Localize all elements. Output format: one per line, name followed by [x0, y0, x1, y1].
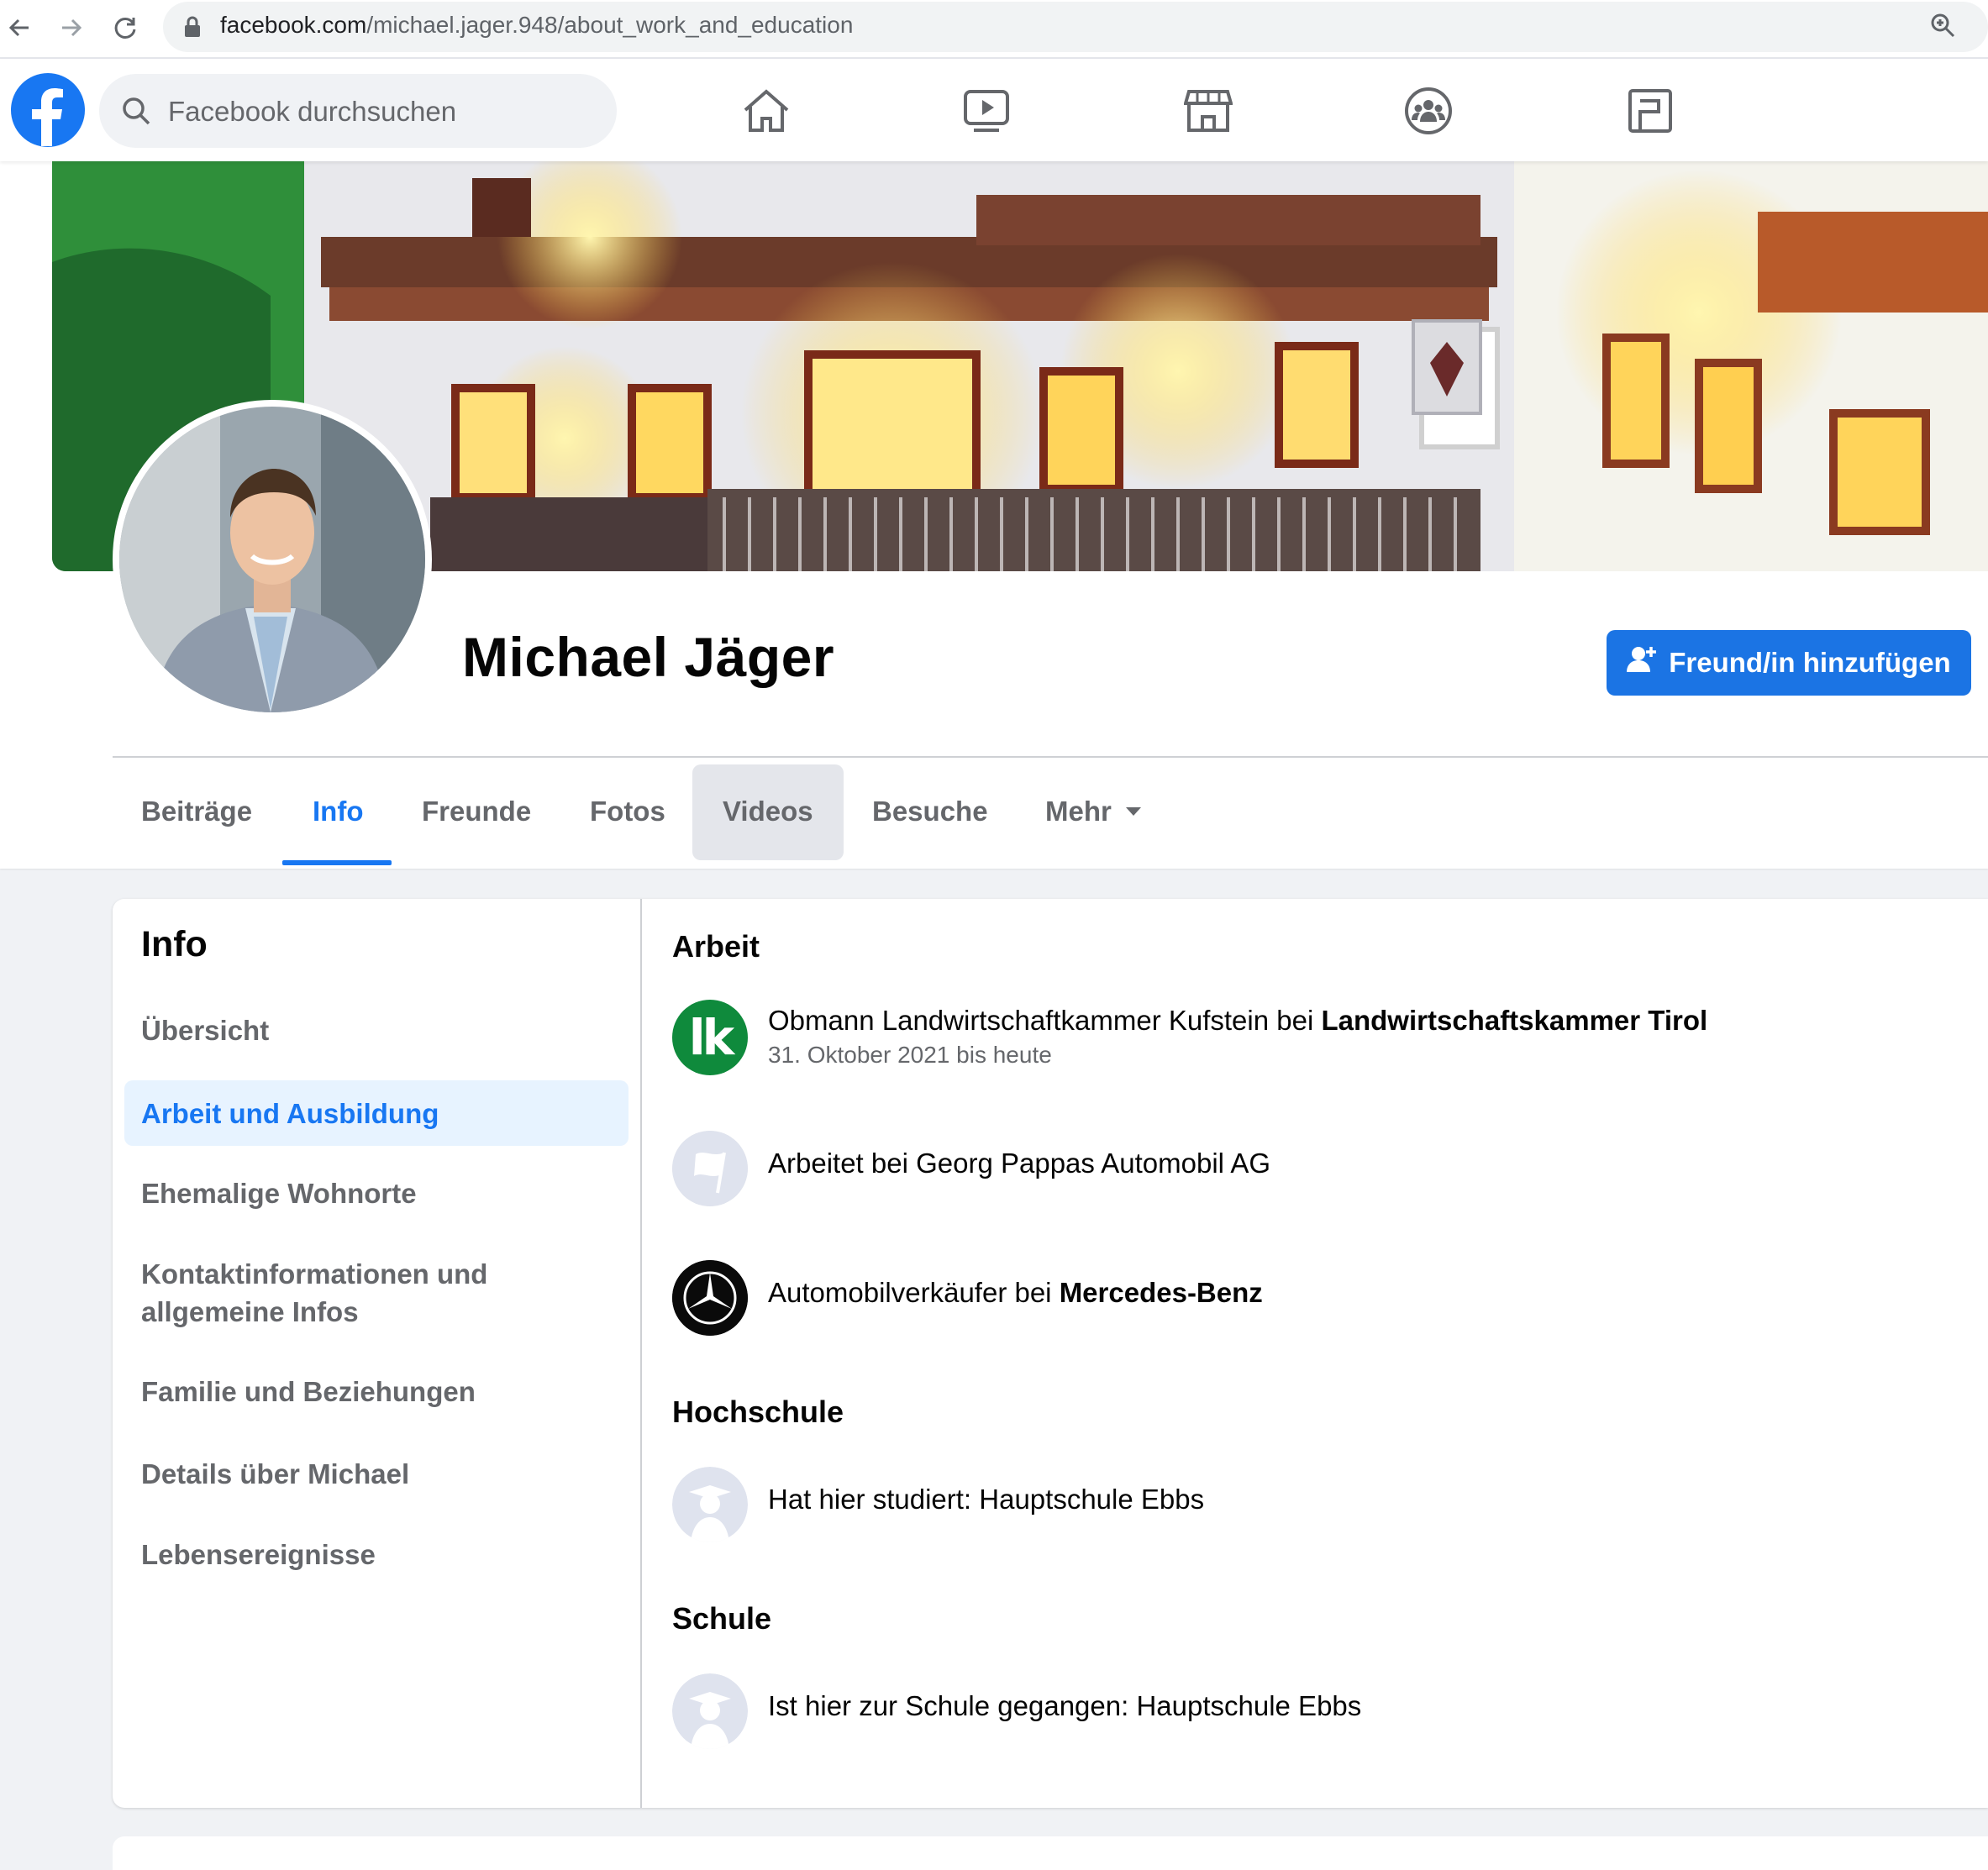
lk-logo-icon[interactable]: lk — [672, 1000, 748, 1075]
employer-link[interactable]: Landwirtschaftskammer Tirol — [1321, 1005, 1707, 1036]
search-icon — [121, 96, 151, 130]
search-field[interactable] — [99, 74, 617, 148]
address-bar[interactable]: facebook.com/michael.jager.948/about_wor… — [163, 2, 1988, 52]
about-sidebar: Info Übersicht Arbeit und Ausbildung Ehe… — [113, 899, 642, 1808]
flag-icon — [672, 1131, 748, 1206]
active-tab-indicator — [282, 860, 392, 865]
header-divider — [113, 756, 1988, 758]
tab-photos[interactable]: Fotos — [590, 763, 665, 860]
tab-videos[interactable]: Videos — [723, 763, 813, 860]
zoom-icon[interactable] — [1929, 12, 1956, 43]
add-friend-button[interactable]: Freund/in hinzufügen — [1607, 630, 1971, 696]
reload-icon[interactable] — [106, 8, 145, 47]
college-entry: Hat hier studiert: Hauptschule Ebbs — [768, 1484, 1205, 1515]
work-entry-3: Automobilverkäufer bei Mercedes-Benz — [768, 1277, 1263, 1308]
sidebar-item-work-education[interactable]: Arbeit und Ausbildung — [124, 1080, 628, 1146]
forward-arrow-icon[interactable] — [52, 8, 91, 47]
watch-icon[interactable] — [960, 84, 1013, 138]
tab-check-ins[interactable]: Besuche — [872, 763, 988, 860]
tab-info[interactable]: Info — [313, 763, 363, 860]
sidebar-item-places-lived[interactable]: Ehemalige Wohnorte — [124, 1174, 628, 1212]
sidebar-item-details[interactable]: Details über Michael — [124, 1455, 628, 1493]
profile-photo-image — [119, 407, 425, 712]
tab-posts[interactable]: Beiträge — [141, 763, 252, 860]
gaming-icon[interactable] — [1623, 84, 1677, 138]
tab-more[interactable]: Mehr — [1045, 763, 1142, 860]
employer-link[interactable]: Mercedes-Benz — [1060, 1277, 1263, 1308]
about-title: Info — [141, 924, 208, 964]
caret-down-icon — [1125, 806, 1142, 817]
sidebar-item-family[interactable]: Familie und Beziehungen — [124, 1373, 628, 1410]
work-entry-2: Arbeitet bei Georg Pappas Automobil AG — [768, 1148, 1271, 1179]
sidebar-item-contact-info[interactable]: Kontaktinformationen und allgemeine Info… — [124, 1255, 595, 1331]
lk-logo-text: lk — [688, 1009, 734, 1066]
work-section-title: Arbeit — [672, 929, 760, 964]
lock-icon — [183, 15, 202, 43]
graduation-icon — [672, 1673, 748, 1749]
school-entry: Ist hier zur Schule gegangen: Hauptschul… — [768, 1690, 1362, 1721]
about-card: Info Übersicht Arbeit und Ausbildung Ehe… — [113, 899, 1988, 1808]
sidebar-item-overview[interactable]: Übersicht — [124, 1011, 628, 1049]
add-friend-label: Freund/in hinzufügen — [1669, 647, 1951, 678]
profile-name: Michael Jäger — [462, 626, 835, 688]
search-input[interactable] — [166, 86, 590, 138]
sidebar-item-life-events[interactable]: Lebensereignisse — [124, 1536, 628, 1573]
back-arrow-icon[interactable] — [0, 8, 39, 47]
profile-header: Michael Jäger Freund/in hinzufügen Beitr… — [0, 161, 1988, 869]
groups-icon[interactable] — [1402, 84, 1455, 138]
tab-more-label: Mehr — [1045, 796, 1112, 827]
school-section-title: Schule — [672, 1601, 772, 1636]
facebook-logo-icon[interactable] — [10, 72, 86, 148]
profile-picture[interactable] — [113, 400, 432, 719]
marketplace-icon[interactable] — [1181, 84, 1235, 138]
tab-friends[interactable]: Freunde — [422, 763, 531, 860]
graduation-icon — [672, 1467, 748, 1542]
college-section-title: Hochschule — [672, 1395, 844, 1429]
url-text: facebook.com/michael.jager.948/about_wor… — [220, 12, 854, 38]
home-icon[interactable] — [739, 84, 793, 138]
mercedes-logo-icon[interactable] — [672, 1260, 748, 1336]
add-person-icon — [1627, 645, 1657, 680]
facebook-header — [0, 59, 1988, 161]
work-entry-1-date: 31. Oktober 2021 bis heute — [768, 1042, 1052, 1068]
next-card — [113, 1836, 1988, 1870]
browser-toolbar: facebook.com/michael.jager.948/about_wor… — [0, 0, 1988, 59]
about-content: Arbeit lk Obmann Landwirtschaftkammer Ku… — [642, 899, 1988, 1808]
work-entry-1: Obmann Landwirtschaftkammer Kufstein bei… — [768, 1005, 1708, 1036]
